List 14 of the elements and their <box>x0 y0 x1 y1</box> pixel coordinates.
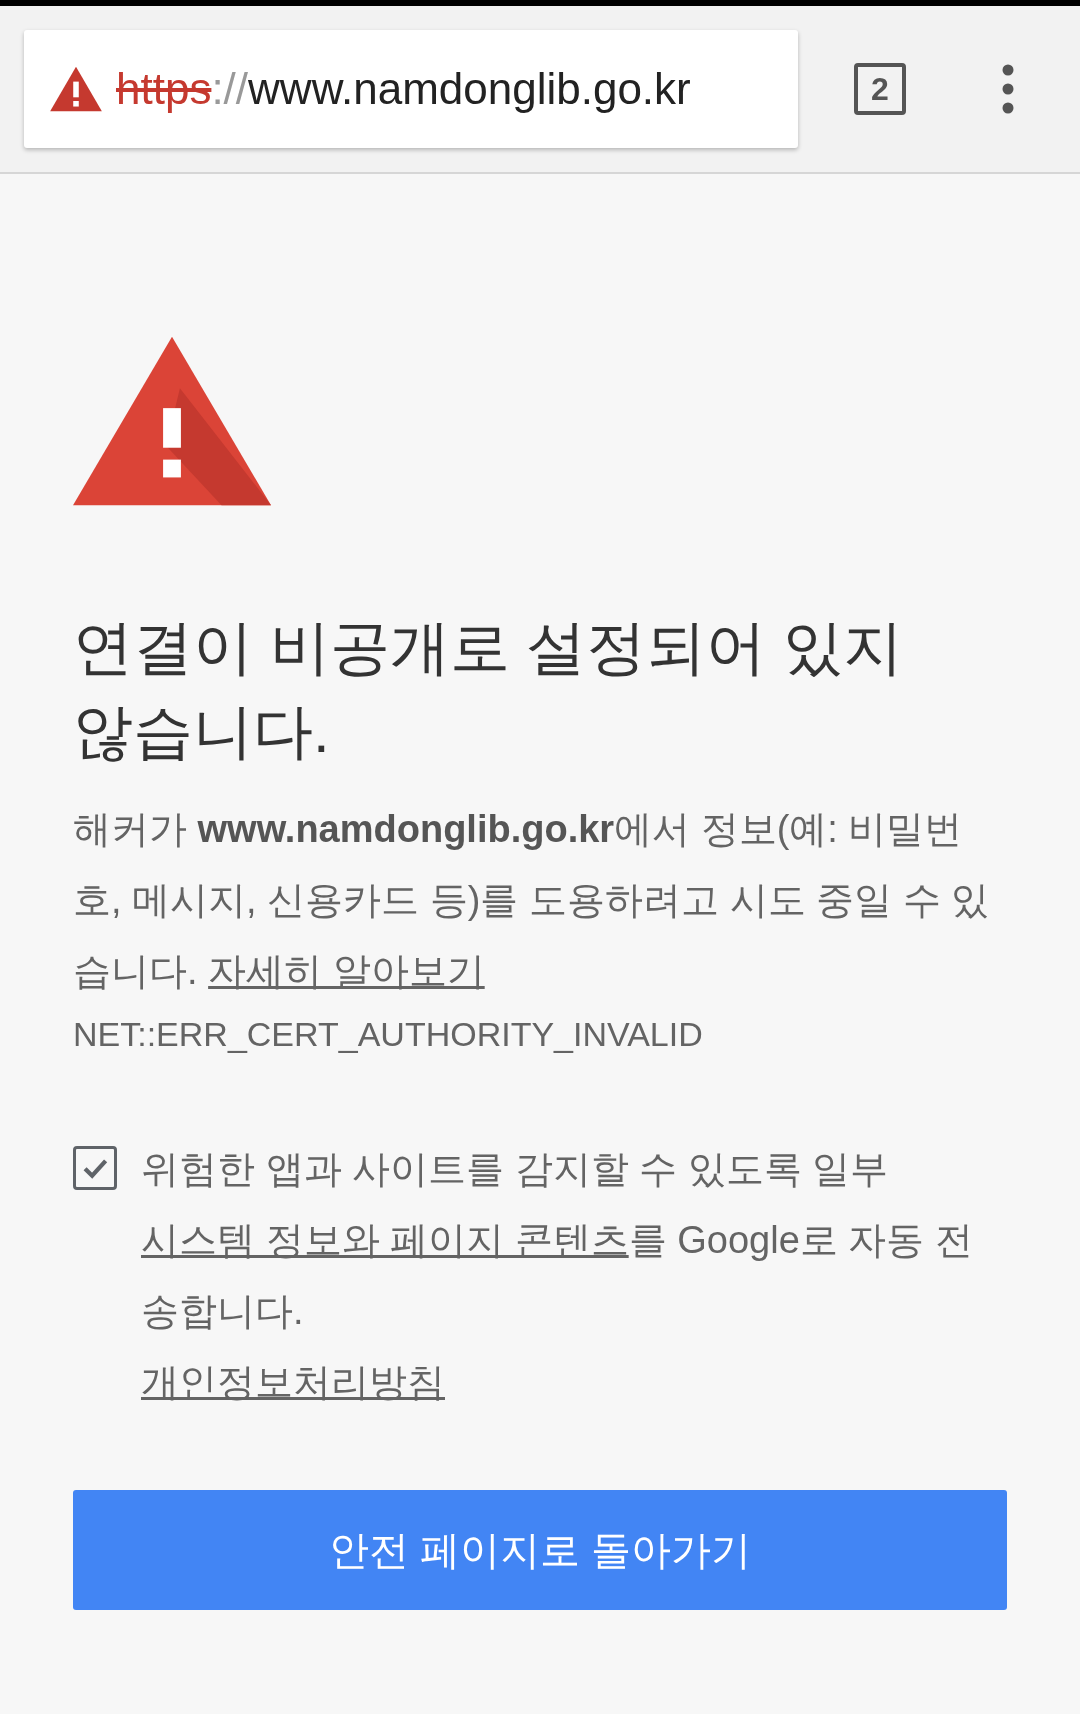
report-description: 위험한 앱과 사이트를 감지할 수 있도록 일부 시스템 정보와 페이지 콘텐츠를 Google로 자동 전송합니다. <box>141 1147 974 1334</box>
error-heading: 연결이 비공개로 설정되어 있지 않습니다. <box>73 613 904 767</box>
system-info-link[interactable]: 시스템 정보와 페이지 콘텐츠 <box>141 1219 629 1261</box>
checkbox[interactable] <box>73 1146 117 1190</box>
error-description: 해커가 www.namdonglib.go.kr에서 정보(예: 비밀번호, 메시지, 신용카드 등)를 도용하려고 시도 중일 수 있습니다. 자세히 알아보기 <box>73 807 991 994</box>
menu-icon[interactable] <box>1002 64 1014 114</box>
warning-icon <box>73 336 271 506</box>
error-code: NET::ERR_CERT_AUTHORITY_INVALID <box>73 1015 704 1054</box>
url-text: https://www.namdonglib.go.kr <box>116 64 691 114</box>
learn-more-link[interactable]: 자세히 알아보기 <box>208 950 485 992</box>
back-to-safety-button[interactable]: 안전 페이지로 돌아가기 <box>73 1490 1007 1610</box>
address-bar[interactable]: https://www.namdonglib.go.kr <box>24 30 798 148</box>
privacy-policy-link[interactable]: 개인정보처리방침 <box>141 1347 445 1418</box>
tab-switcher-button[interactable]: 2 <box>854 63 906 115</box>
